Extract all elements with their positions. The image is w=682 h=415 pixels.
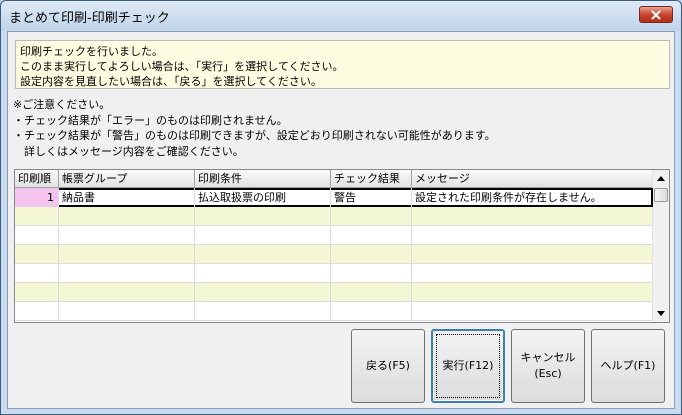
column-header-print-order[interactable]: 印刷順 [15, 170, 59, 187]
cancel-button-label-line1: キャンセル [520, 351, 576, 364]
cell-check-result[interactable] [331, 302, 412, 321]
cell-message[interactable] [412, 207, 653, 226]
grid-header: 印刷順 帳票グループ 印刷条件 チェック結果 メッセージ [15, 170, 653, 188]
scroll-down-arrow-icon [657, 311, 665, 316]
scroll-thumb[interactable] [654, 188, 668, 202]
focus-rectangle [436, 334, 500, 398]
scroll-up-button[interactable] [653, 170, 669, 187]
cell-form-group[interactable] [59, 226, 195, 245]
cell-check-result[interactable]: 警告 [331, 188, 412, 207]
cell-message[interactable] [412, 302, 653, 321]
note-line: ・チェック結果が「エラー」のものは印刷されません。 [13, 113, 288, 127]
cell-print-order[interactable] [15, 283, 59, 302]
notes-section: ※ご注意ください。 ・チェック結果が「エラー」のものは印刷されません。 ・チェッ… [13, 97, 668, 159]
back-button[interactable]: 戻る(F5) [351, 329, 425, 403]
cell-check-result[interactable] [331, 207, 412, 226]
table-row[interactable] [15, 226, 653, 245]
cell-print-order[interactable] [15, 264, 59, 283]
grid-rows: 1 納品書 払込取扱票の印刷 警告 設定された印刷条件が存在しません。 [15, 188, 653, 321]
cell-print-order[interactable] [15, 245, 59, 264]
message-line: 設定内容を見直したい場合は、「戻る」を選択してください。 [20, 75, 322, 88]
help-button-label: ヘルプ(F1) [600, 359, 656, 372]
cell-print-condition[interactable] [195, 207, 331, 226]
message-line: 印刷チェックを行いました。 [20, 45, 163, 58]
help-button[interactable]: ヘルプ(F1) [591, 329, 665, 403]
cell-check-result[interactable] [331, 245, 412, 264]
cancel-button-label-line2: (Esc) [534, 367, 562, 380]
cell-print-condition[interactable] [195, 264, 331, 283]
column-header-form-group[interactable]: 帳票グループ [59, 170, 195, 187]
cell-check-result[interactable] [331, 283, 412, 302]
cell-check-result[interactable] [331, 226, 412, 245]
cell-print-condition[interactable]: 払込取扱票の印刷 [195, 188, 331, 207]
cell-message[interactable] [412, 245, 653, 264]
cell-form-group[interactable] [59, 245, 195, 264]
note-line: ※ご注意ください。 [13, 98, 111, 111]
back-button-label: 戻る(F5) [366, 359, 410, 372]
cell-message[interactable] [412, 283, 653, 302]
cell-print-order[interactable] [15, 302, 59, 321]
scroll-up-arrow-icon [657, 176, 665, 181]
column-header-message[interactable]: メッセージ [412, 170, 653, 187]
cell-print-order[interactable] [15, 207, 59, 226]
cancel-button[interactable]: キャンセル (Esc) [511, 329, 585, 403]
table-row[interactable] [15, 245, 653, 264]
cell-print-order[interactable]: 1 [15, 188, 59, 207]
cell-message[interactable] [412, 264, 653, 283]
cell-message[interactable]: 設定された印刷条件が存在しません。 [412, 188, 653, 207]
cell-message[interactable] [412, 226, 653, 245]
scroll-down-button[interactable] [653, 305, 669, 322]
table-row[interactable]: 1 納品書 払込取扱票の印刷 警告 設定された印刷条件が存在しません。 [15, 188, 653, 207]
cell-check-result[interactable] [331, 264, 412, 283]
table-row[interactable] [15, 283, 653, 302]
table-row[interactable] [15, 207, 653, 226]
execute-button[interactable]: 実行(F12) [431, 329, 505, 403]
cell-print-condition[interactable] [195, 226, 331, 245]
cell-print-condition[interactable] [195, 302, 331, 321]
table-row[interactable] [15, 302, 653, 321]
title-bar[interactable]: まとめて印刷-印刷チェック [1, 1, 681, 31]
cell-print-order[interactable] [15, 226, 59, 245]
window-title: まとめて印刷-印刷チェック [9, 11, 170, 26]
close-button[interactable] [639, 6, 673, 23]
vertical-scrollbar[interactable] [652, 170, 669, 322]
close-icon [651, 9, 661, 20]
cell-print-condition[interactable] [195, 283, 331, 302]
cell-form-group[interactable] [59, 207, 195, 226]
cell-print-condition[interactable] [195, 245, 331, 264]
cell-form-group[interactable] [59, 283, 195, 302]
dialog-body: 印刷チェックを行いました。 このまま実行してよろしい場合は、「実行」を選択してく… [7, 31, 675, 409]
column-header-check-result[interactable]: チェック結果 [331, 170, 412, 187]
check-result-grid[interactable]: 印刷順 帳票グループ 印刷条件 チェック結果 メッセージ 1 納品書 払込取扱票… [14, 169, 670, 323]
cell-form-group[interactable] [59, 264, 195, 283]
column-header-print-condition[interactable]: 印刷条件 [195, 170, 331, 187]
cell-form-group[interactable] [59, 302, 195, 321]
cancel-button-label: キャンセル (Esc) [521, 350, 576, 382]
table-row[interactable] [15, 264, 653, 283]
note-line: ・チェック結果が「警告」のものは印刷できますが、設定どおり印刷されない可能性があ… [13, 129, 496, 142]
dialog-window: まとめて印刷-印刷チェック 印刷チェックを行いました。 このまま実行してよろしい… [0, 0, 682, 415]
cell-form-group[interactable]: 納品書 [59, 188, 195, 207]
message-box: 印刷チェックを行いました。 このまま実行してよろしい場合は、「実行」を選択してく… [15, 40, 670, 89]
message-line: このまま実行してよろしい場合は、「実行」を選択してください。 [20, 60, 344, 73]
note-line: 詳しくはメッセージ内容をご確認ください。 [13, 144, 244, 158]
